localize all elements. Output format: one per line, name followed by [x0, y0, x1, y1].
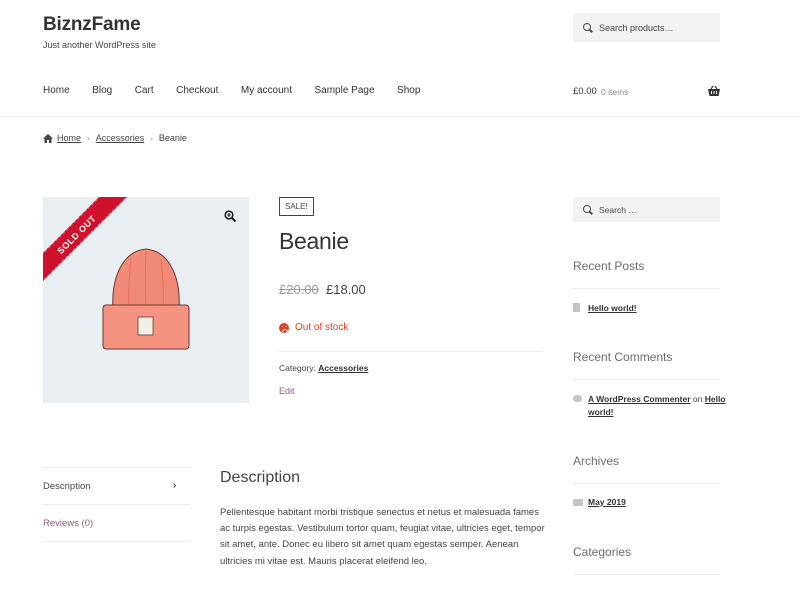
- nav-item-shop[interactable]: Shop: [397, 85, 420, 96]
- document-icon: [573, 303, 580, 312]
- product-title: Beanie: [279, 228, 349, 254]
- product-search-input[interactable]: Search products…: [573, 13, 720, 42]
- cart-item-count[interactable]: 0 items: [601, 87, 628, 97]
- nav-item-cart[interactable]: Cart: [135, 85, 154, 96]
- archives-title: Archives: [573, 454, 620, 468]
- nav-item-home[interactable]: Home: [43, 85, 70, 96]
- zoom-icon[interactable]: [224, 210, 236, 222]
- basket-icon[interactable]: [708, 86, 720, 96]
- description-text: Pellentesque habitant morbi tristique se…: [220, 507, 545, 567]
- primary-navigation: Home Blog Cart Checkout My account Sampl…: [43, 85, 443, 96]
- tabs-divider: [43, 504, 190, 505]
- breadcrumb-current: Beanie: [158, 133, 187, 143]
- search-icon: [583, 22, 593, 33]
- widget-divider: [573, 288, 720, 289]
- description-heading: Description: [220, 469, 301, 486]
- recent-post-link[interactable]: Hello world!: [588, 303, 637, 313]
- tabs-divider: [43, 467, 190, 468]
- breadcrumb: Home › Accessories › Beanie: [43, 133, 187, 143]
- sale-badge: SALE!: [279, 197, 314, 216]
- category-label: Category:: [279, 363, 316, 373]
- nav-item-sample-page[interactable]: Sample Page: [315, 85, 375, 96]
- site-title[interactable]: BiznzFame: [43, 14, 141, 36]
- sidebar-search-input[interactable]: Search …: [573, 197, 720, 222]
- recent-posts-title: Recent Posts: [573, 259, 645, 273]
- site-description: Just another WordPress site: [43, 40, 156, 50]
- frown-icon: [279, 322, 289, 333]
- comment-icon: [573, 395, 582, 402]
- nav-item-checkout[interactable]: Checkout: [176, 85, 218, 96]
- product-category: Category: Accessories: [279, 363, 368, 373]
- breadcrumb-accessories[interactable]: Accessories: [96, 133, 145, 143]
- regular-price: £20.00: [279, 282, 319, 297]
- stock-status-label: Out of stock: [295, 322, 349, 333]
- chevron-right-icon: ›: [173, 480, 177, 491]
- comment-author-link[interactable]: A WordPress Commenter: [588, 394, 691, 404]
- widget-divider: [573, 574, 720, 575]
- search-icon: [583, 204, 593, 215]
- breadcrumb-home[interactable]: Home: [57, 133, 81, 143]
- header-divider: [0, 116, 800, 117]
- search-placeholder: Search products…: [599, 22, 674, 33]
- sale-price: £18.00: [326, 282, 366, 297]
- folder-icon: [573, 499, 583, 506]
- comment-on-text: on: [692, 394, 703, 404]
- archive-link[interactable]: May 2019: [588, 497, 626, 507]
- nav-item-my-account[interactable]: My account: [241, 85, 292, 96]
- summary-divider: [279, 351, 543, 352]
- tab-reviews[interactable]: Reviews (0): [43, 518, 93, 529]
- breadcrumb-separator: ›: [87, 133, 90, 143]
- recent-comment: A WordPress Commenter on Hello world!: [588, 393, 728, 418]
- widget-divider: [573, 379, 720, 380]
- beanie-illustration: [102, 248, 190, 350]
- home-icon: [43, 133, 53, 143]
- categories-title: Categories: [573, 545, 632, 559]
- nav-item-blog[interactable]: Blog: [92, 85, 112, 96]
- sidebar-search-placeholder: Search …: [599, 204, 637, 215]
- widget-divider: [573, 483, 720, 484]
- tabs-divider: [43, 541, 190, 542]
- tab-description[interactable]: Description: [43, 481, 91, 492]
- product-image[interactable]: SOLD OUT: [43, 197, 249, 403]
- recent-comments-title: Recent Comments: [573, 350, 673, 364]
- edit-link[interactable]: Edit: [279, 386, 295, 396]
- category-link[interactable]: Accessories: [318, 363, 368, 373]
- cart-total[interactable]: £0.00: [573, 86, 597, 97]
- stock-status: Out of stock: [279, 322, 348, 333]
- breadcrumb-separator: ›: [150, 133, 153, 143]
